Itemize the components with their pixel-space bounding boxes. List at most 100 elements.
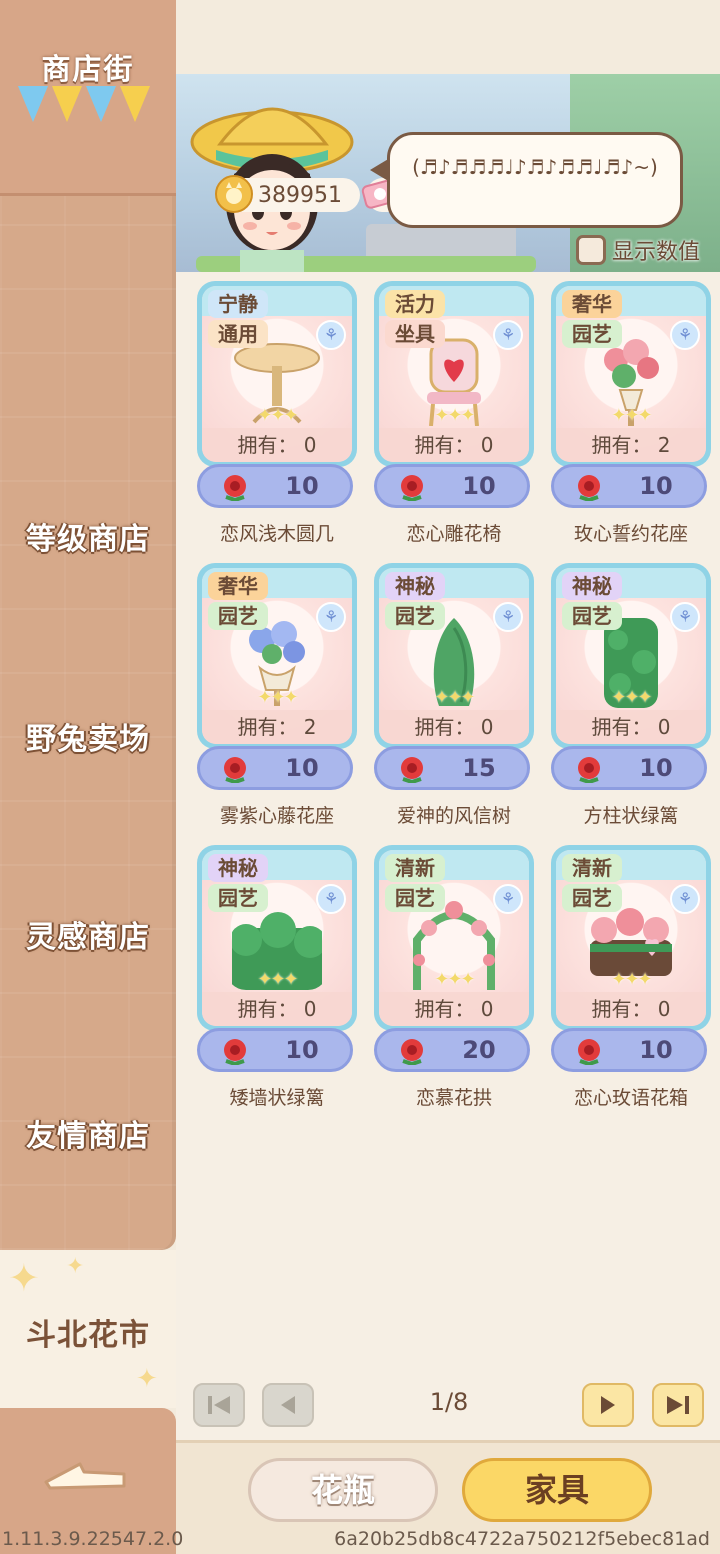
item-card[interactable]: 奢华 园艺 ⚘ ✦✦✦ 拥有： 2: [197, 563, 357, 749]
show-values-checkbox[interactable]: [576, 235, 606, 265]
owned-count: 拥有： 0: [379, 710, 529, 744]
flag-icon: [120, 86, 150, 122]
skip-first-icon: [208, 1396, 230, 1414]
item-style-tag: 神秘: [562, 572, 622, 600]
owned-count: 拥有： 0: [556, 992, 706, 1026]
rose-icon: [401, 757, 423, 783]
owned-count: 拥有： 0: [556, 710, 706, 744]
rose-icon: [578, 757, 600, 783]
item-card-frame: 奢华 园艺 ⚘ ✦✦✦ 拥有： 2: [202, 568, 352, 744]
build-hash: 6a20b25db8c4722a750212f5ebec81ad: [334, 1528, 710, 1550]
item-card-frame: 奢华 园艺 ⚘ ✦✦✦ 拥有： 2: [556, 286, 706, 462]
rose-icon: [578, 475, 600, 501]
tab-vase[interactable]: 花瓶: [248, 1458, 438, 1522]
coin-value: 389951: [258, 182, 342, 208]
flag-icon: [86, 86, 116, 122]
item-style-tag: 神秘: [385, 572, 445, 600]
price-value: 10: [639, 472, 673, 500]
sidebar: 商店街 等级商店 野兔卖场 灵感商店 友情商店 ✦ ✦ ✦ 斗北花市: [0, 0, 176, 1554]
owned-count: 拥有： 0: [202, 428, 352, 462]
item-category-tag: 园艺: [208, 602, 268, 630]
buy-price-button[interactable]: 10: [551, 1028, 707, 1072]
item-card[interactable]: 清新 园艺 ⚘ ✦✦✦ 拥有： 0: [551, 845, 711, 1031]
buy-price-button[interactable]: 15: [374, 746, 530, 790]
show-values-toggle[interactable]: 显示数值: [576, 234, 700, 266]
star-rating: ✦✦✦: [434, 405, 475, 426]
item-category-tag: 园艺: [562, 602, 622, 630]
tab-furniture[interactable]: 家具: [462, 1458, 652, 1522]
sidebar-item-friendship-shop[interactable]: 友情商店: [0, 1111, 176, 1155]
rose-icon: [401, 1039, 423, 1065]
item-card[interactable]: 神秘 园艺 ⚘ ✦✦✦ 拥有： 0: [374, 563, 534, 749]
bunting-flags: [18, 86, 150, 122]
flag-icon: [52, 86, 82, 122]
sidebar-item-level-shop[interactable]: 等级商店: [0, 514, 176, 558]
item-card-frame: 宁静 通用 ⚘ ✦✦✦ 拥有： 0: [202, 286, 352, 462]
previous-page-button[interactable]: [262, 1383, 314, 1427]
furniture-type-icon: ⚘: [670, 884, 700, 914]
item-category-tag: 坐具: [385, 320, 445, 348]
item-card-frame: 神秘 园艺 ⚘ ✦✦✦ 拥有： 0: [202, 850, 352, 1026]
item-card[interactable]: 宁静 通用 ⚘ ✦✦✦ 拥有： 0: [197, 281, 357, 467]
item-category-tag: 园艺: [562, 884, 622, 912]
back-arrow-button[interactable]: [40, 1456, 130, 1496]
first-page-button[interactable]: [193, 1383, 245, 1427]
owned-count: 拥有： 2: [556, 428, 706, 462]
item-style-tag: 宁静: [208, 290, 268, 318]
buy-price-button[interactable]: 10: [551, 464, 707, 508]
rose-icon: [401, 475, 423, 501]
item-name: 恋心玫语花箱: [573, 1087, 688, 1109]
sidebar-item-rabbit-market[interactable]: 野兔卖场: [0, 714, 176, 758]
owned-count: 拥有： 0: [202, 992, 352, 1026]
flag-icon: [18, 86, 48, 122]
item-card[interactable]: 神秘 园艺 ⚘ ✦✦✦ 拥有： 0: [551, 563, 711, 749]
price-value: 20: [462, 1036, 496, 1064]
rose-icon: [224, 1039, 246, 1065]
skip-last-icon: [667, 1396, 689, 1414]
item-card-frame: 活力 坐具 ⚘ ✦✦✦ 拥有： 0: [379, 286, 529, 462]
sidebar-item-flower-market-label: 斗北花市: [26, 1318, 150, 1353]
buy-price-button[interactable]: 10: [551, 746, 707, 790]
item-name: 雾紫心藤花座: [219, 805, 334, 827]
furniture-type-icon: ⚘: [670, 320, 700, 350]
page-indicator: 1/8: [429, 1388, 469, 1416]
sidebar-item-inspiration-shop[interactable]: 灵感商店: [0, 912, 176, 956]
price-value: 15: [462, 754, 496, 782]
star-rating: ✦✦✦: [257, 405, 298, 426]
version-label: 1.11.3.9.22547.2.0: [2, 1528, 184, 1550]
item-card[interactable]: 神秘 园艺 ⚘ ✦✦✦ 拥有： 0: [197, 845, 357, 1031]
item-card[interactable]: 奢华 园艺 ⚘ ✦✦✦ 拥有： 2: [551, 281, 711, 467]
item-style-tag: 神秘: [208, 854, 268, 882]
cat-coin-icon: [215, 175, 253, 213]
item-category-tag: 园艺: [562, 320, 622, 348]
buy-price-button[interactable]: 20: [374, 1028, 530, 1072]
item-card[interactable]: 活力 坐具 ⚘ ✦✦✦ 拥有： 0: [374, 281, 534, 467]
furniture-type-icon: ⚘: [316, 320, 346, 350]
buy-price-button[interactable]: 10: [197, 1028, 353, 1072]
owned-count: 拥有： 2: [202, 710, 352, 744]
furniture-type-icon: ⚘: [316, 602, 346, 632]
show-values-label: 显示数值: [612, 240, 701, 265]
rose-icon: [224, 475, 246, 501]
item-card-frame: 神秘 园艺 ⚘ ✦✦✦ 拥有： 0: [556, 568, 706, 744]
last-page-button[interactable]: [652, 1383, 704, 1427]
buy-price-button[interactable]: 10: [197, 464, 353, 508]
sparkle-icon: ✦: [66, 1254, 85, 1279]
furniture-type-icon: ⚘: [670, 602, 700, 632]
item-category-tag: 园艺: [208, 884, 268, 912]
item-name: 矮墙状绿篱: [229, 1087, 325, 1109]
buy-price-button[interactable]: 10: [374, 464, 530, 508]
item-card[interactable]: 清新 园艺 ⚘ ✦✦✦ 拥有： 0: [374, 845, 534, 1031]
star-rating: ✦✦✦: [434, 969, 475, 990]
coin-counter: 389951: [215, 175, 360, 213]
star-rating: ✦✦✦: [257, 687, 298, 708]
sparkle-icon: ✦: [8, 1256, 40, 1300]
item-name: 恋慕花拱: [415, 1087, 492, 1109]
item-style-tag: 奢华: [208, 572, 268, 600]
item-card-frame: 清新 园艺 ⚘ ✦✦✦ 拥有： 0: [379, 850, 529, 1026]
buy-price-button[interactable]: 10: [197, 746, 353, 790]
item-name: 恋风浅木圆几: [219, 523, 334, 545]
next-page-button[interactable]: [582, 1383, 634, 1427]
price-value: 10: [285, 472, 319, 500]
price-value: 10: [285, 1036, 319, 1064]
